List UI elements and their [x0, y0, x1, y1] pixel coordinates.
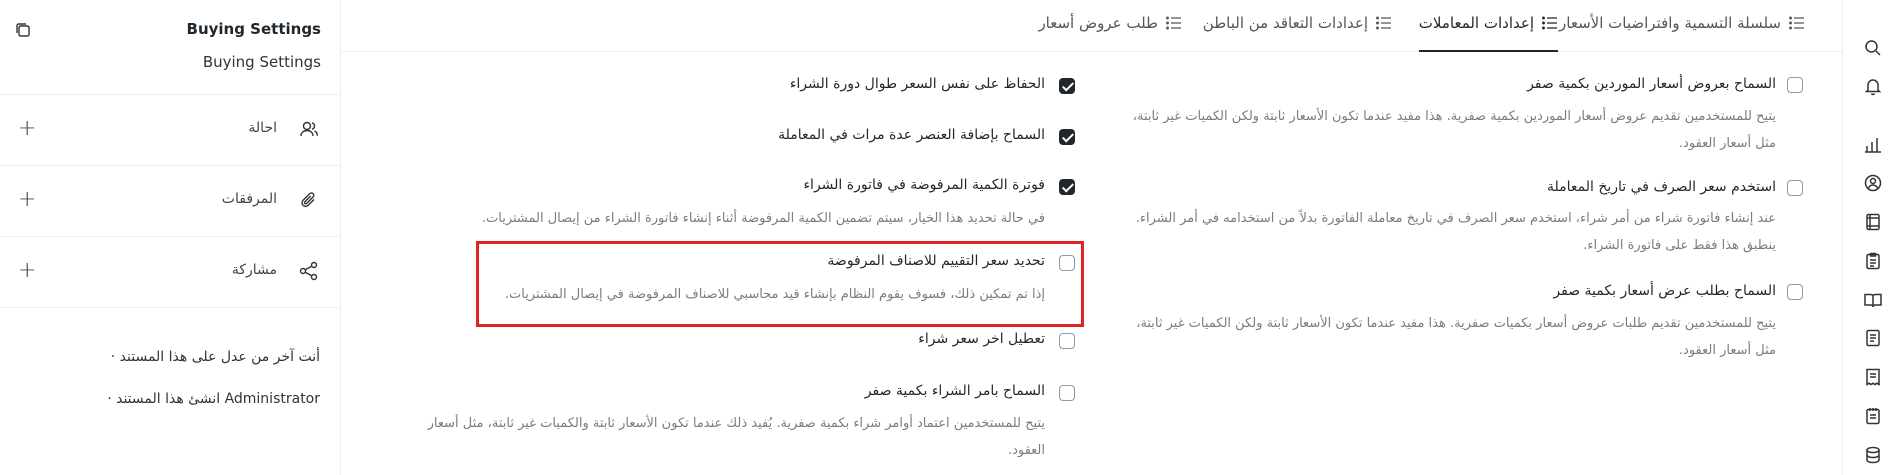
list-icon	[1789, 16, 1805, 34]
settings-tabbar: سلسلة التسمية وافتراضيات الأسعار إعدادات…	[342, 0, 1842, 52]
field-label: السماح بإضافة العنصر عدة مرات في المعامل…	[778, 127, 1045, 143]
sidebar-row-label: المرفقات	[221, 191, 277, 207]
field-label: فوترة الكمية المرفوضة في فاتورة الشراء	[803, 177, 1045, 193]
document-icon[interactable]	[1863, 328, 1883, 348]
share-icon	[298, 260, 320, 282]
clipboard-icon[interactable]	[1863, 251, 1883, 271]
field-bill-rejected-qty: فوترة الكمية المرفوضة في فاتورة الشراء ف…	[390, 176, 1075, 232]
maintain-same-rate-checkbox[interactable]	[1059, 78, 1075, 94]
notepad-icon[interactable]	[1863, 406, 1883, 426]
tab-label: إعدادات التعاقد من الباطن	[1202, 14, 1368, 32]
field-description: عند إنشاء فاتورة شراء من أمر شراء، استخد…	[1135, 211, 1776, 253]
tab-label: سلسلة التسمية وافتراضيات الأسعار	[1559, 14, 1781, 32]
bell-icon[interactable]	[1863, 76, 1883, 96]
user-circle-icon[interactable]	[1863, 173, 1883, 193]
field-allow-multiple-items: السماح بإضافة العنصر عدة مرات في المعامل…	[390, 126, 1075, 152]
document-sidebar: Buying Settings Buying Settings + احالة …	[0, 0, 341, 475]
sidebar-row-attachments[interactable]: + المرفقات	[0, 167, 341, 237]
tab-subcontracting-settings[interactable]: إعدادات التعاقد من الباطن	[1203, 14, 1392, 52]
field-label: استخدم سعر الصرف في تاريخ المعاملة	[1546, 179, 1776, 195]
document-title: Buying Settings	[186, 20, 321, 38]
list-icon	[1542, 16, 1558, 34]
document-header: Buying Settings Buying Settings	[0, 0, 341, 95]
use-exchange-rate-checkbox[interactable]	[1787, 180, 1803, 196]
allow-zero-qty-rfq-checkbox[interactable]	[1787, 284, 1803, 300]
search-icon[interactable]	[1863, 38, 1883, 58]
allow-zero-qty-supplier-quotation-checkbox[interactable]	[1787, 77, 1803, 93]
field-maintain-same-rate: الحفاظ على نفس السعر طوال دورة الشراء	[390, 75, 1075, 101]
sidebar-row-share[interactable]: + مشاركة	[0, 238, 341, 308]
field-label: الحفاظ على نفس السعر طوال دورة الشراء	[789, 76, 1045, 92]
bill-rejected-qty-checkbox[interactable]	[1059, 179, 1075, 195]
field-allow-zero-qty-purchase-order: السماح بامر الشراء بكمية صفر يتيح للمستخ…	[390, 381, 1075, 461]
activity-last-edited: أنت آخر من عدل على هذا المستند ·	[110, 349, 320, 365]
field-label: السماح بطلب عرض أسعار بكمية صفر	[1553, 283, 1776, 299]
activity-created-by: Administrator انشئ هذا المستند ·	[107, 391, 320, 407]
add-assignment-button[interactable]: +	[18, 118, 36, 140]
field-use-exchange-rate-transaction-date: استخدم سعر الصرف في تاريخ المعاملة عند إ…	[1130, 175, 1806, 255]
tab-request-for-quotation[interactable]: طلب عروض أسعار	[1038, 14, 1182, 52]
tab-naming-series[interactable]: سلسلة التسمية وافتراضيات الأسعار	[1559, 14, 1805, 52]
users-icon	[298, 118, 320, 140]
sidebar-row-label: احالة	[248, 120, 277, 136]
add-share-button[interactable]: +	[18, 260, 36, 282]
field-description: يتيح للمستخدمين اعتماد أوامر شراء بكمية …	[427, 416, 1045, 458]
field-description: في حالة تحديد هذا الخيار، سيتم تضمين الك…	[481, 211, 1045, 226]
tab-transaction-settings[interactable]: إعدادات المعاملات	[1418, 14, 1558, 52]
book-open-icon[interactable]	[1863, 290, 1883, 310]
allow-zero-qty-purchase-order-checkbox[interactable]	[1059, 385, 1075, 401]
receipt-icon[interactable]	[1863, 367, 1883, 387]
field-label: السماح بعروض أسعار الموردين بكمية صفر	[1527, 76, 1776, 92]
field-label: تعطيل اخر سعر شراء	[918, 331, 1045, 347]
bar-chart-icon[interactable]	[1863, 135, 1883, 155]
field-allow-zero-qty-supplier-quotation: السماح بعروض أسعار الموردين بكمية صفر يت…	[1130, 73, 1806, 153]
film-icon[interactable]	[1863, 212, 1883, 232]
list-icon	[1166, 16, 1182, 34]
database-icon[interactable]	[1863, 445, 1883, 465]
add-attachment-button[interactable]: +	[18, 189, 36, 211]
sidebar-row-label: مشاركة	[231, 262, 277, 278]
paperclip-icon	[298, 189, 320, 211]
highlight-annotation-box	[476, 241, 1084, 327]
list-icon	[1376, 16, 1392, 34]
field-description: يتيح للمستخدمين تقديم طلبات عروض أسعار ب…	[1136, 316, 1776, 358]
copy-icon[interactable]	[13, 20, 33, 40]
tab-label: طلب عروض أسعار	[1038, 14, 1158, 32]
tab-label: إعدادات المعاملات	[1418, 14, 1534, 32]
sidebar-row-assign[interactable]: + احالة	[0, 96, 341, 166]
app-icon-rail	[1842, 0, 1903, 475]
field-label: السماح بامر الشراء بكمية صفر	[864, 383, 1045, 399]
document-subtitle: Buying Settings	[202, 53, 321, 71]
field-disable-last-purchase-rate: تعطيل اخر سعر شراء	[390, 329, 1075, 355]
disable-last-purchase-rate-checkbox[interactable]	[1059, 333, 1075, 349]
field-description: يتيح للمستخدمين تقديم عروض أسعار الموردي…	[1132, 109, 1776, 151]
allow-multiple-items-checkbox[interactable]	[1059, 129, 1075, 145]
field-allow-zero-qty-rfq: السماح بطلب عرض أسعار بكمية صفر يتيح للم…	[1130, 280, 1806, 360]
